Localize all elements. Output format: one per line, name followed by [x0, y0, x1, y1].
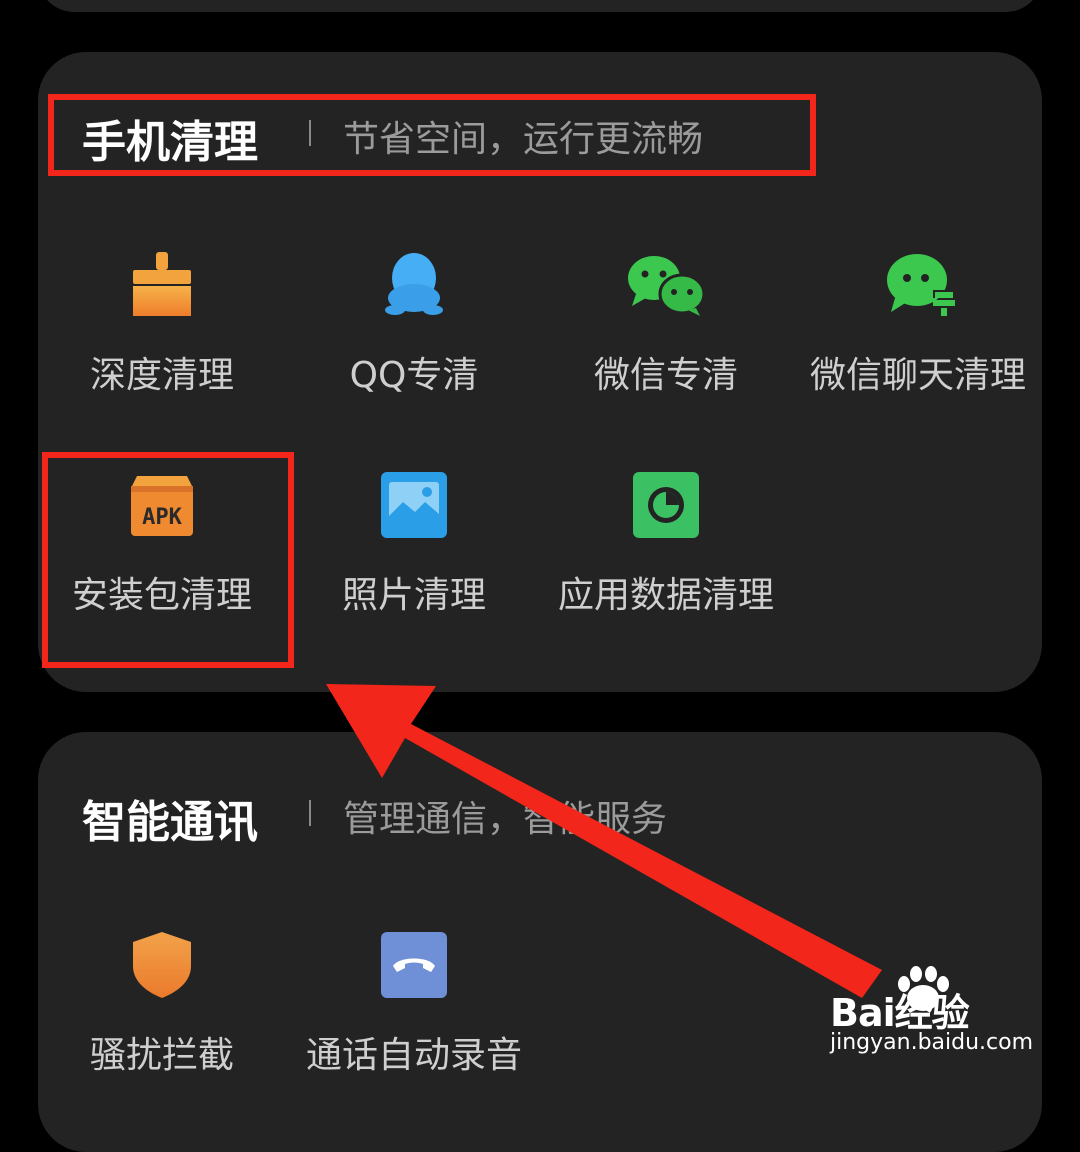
- watermark-brand: Bai经验: [830, 991, 970, 1035]
- red-arrow-annotation: [326, 684, 882, 998]
- watermark-url: jingyan.baidu.com: [830, 1030, 1034, 1055]
- baidu-watermark: Bai经验 jingyan.baidu.com: [830, 966, 1070, 1068]
